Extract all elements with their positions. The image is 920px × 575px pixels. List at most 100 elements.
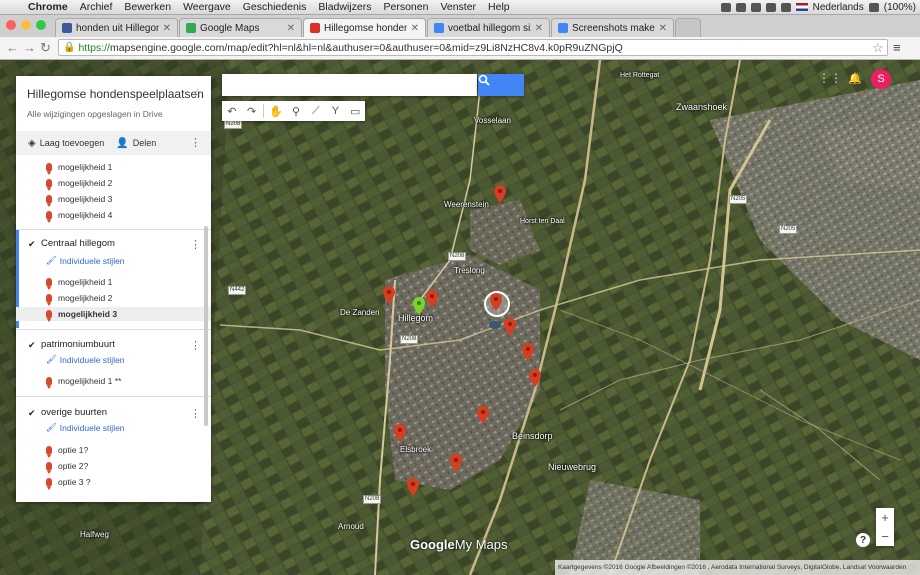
bookmark-star-icon[interactable]: ☆: [872, 40, 884, 56]
menu-weergave[interactable]: Weergave: [177, 1, 237, 13]
menu-help[interactable]: Help: [482, 1, 516, 13]
ruler-icon[interactable]: ▭: [345, 101, 365, 121]
map-pin-marker[interactable]: [407, 478, 419, 496]
menu-archief[interactable]: Archief: [74, 1, 119, 13]
apps-grid-icon[interactable]: ⋮⋮: [818, 71, 842, 85]
lock-icon[interactable]: 🔒: [63, 42, 75, 53]
language-label[interactable]: Nederlands: [813, 2, 864, 13]
list-item[interactable]: optie 2?: [16, 459, 211, 474]
close-tab-icon[interactable]: ✕: [535, 23, 543, 34]
tab-hillegomse-hondenspeelplaatsen[interactable]: Hillegomse hondenspeelp… ✕: [303, 18, 426, 37]
redo-icon[interactable]: ↷: [242, 101, 262, 121]
list-item[interactable]: mogelijkheid 3: [16, 192, 211, 207]
address-bar[interactable]: 🔒 https:// mapsengine.google.com/map/edi…: [58, 39, 888, 56]
menu-personen[interactable]: Personen: [377, 1, 434, 13]
share-button[interactable]: 👤 Delen: [116, 138, 156, 149]
add-layer-button[interactable]: ◈ Laag toevoegen: [28, 138, 104, 149]
layer-style-link[interactable]: 🖌 Individuele stijlen: [46, 255, 125, 266]
list-item[interactable]: mogelijkheid 1: [16, 275, 211, 290]
zoom-window-button[interactable]: [36, 20, 46, 30]
list-item[interactable]: mogelijkheid 2: [16, 291, 211, 306]
draw-line-icon[interactable]: ⟋: [306, 101, 326, 121]
map-pin-marker[interactable]: [426, 290, 438, 308]
back-icon[interactable]: ←: [6, 40, 19, 56]
directions-icon[interactable]: Y: [326, 101, 346, 121]
map-pin-marker[interactable]: [394, 424, 406, 442]
layer-header[interactable]: ✔ overige buurten: [28, 407, 107, 418]
menu-app-name[interactable]: Chrome: [22, 1, 74, 13]
volume-icon[interactable]: [780, 2, 791, 12]
tab-honden-uit-hillegom[interactable]: honden uit Hillegom ✕: [55, 18, 178, 37]
chrome-menu-icon[interactable]: ≡: [893, 40, 901, 55]
flag-icon[interactable]: [795, 3, 808, 11]
checkbox-checked-icon[interactable]: ✔: [28, 408, 36, 417]
map-pin-marker[interactable]: [504, 318, 516, 336]
tab-label: honden uit Hillegom: [76, 22, 159, 34]
google-maps-icon: [186, 23, 196, 33]
new-tab-button[interactable]: [675, 18, 701, 37]
tab-voetbal-hillegom[interactable]: voetbal hillegom sizo term… ✕: [427, 18, 550, 37]
map-pin-marker[interactable]: [383, 286, 395, 304]
add-marker-icon[interactable]: ⚲: [286, 101, 306, 121]
help-button[interactable]: ?: [856, 533, 870, 547]
close-tab-icon[interactable]: ✕: [163, 23, 171, 34]
layer-options-icon[interactable]: ⋮: [190, 339, 201, 352]
forward-icon[interactable]: →: [23, 40, 36, 56]
minimize-window-button[interactable]: [21, 20, 31, 30]
time-machine-icon[interactable]: [735, 2, 746, 12]
star-icon[interactable]: ☆: [192, 86, 203, 100]
close-tab-icon[interactable]: ✕: [287, 23, 295, 34]
map-pin-marker[interactable]: [494, 185, 506, 203]
bluetooth-icon[interactable]: [750, 2, 761, 12]
avatar[interactable]: S: [871, 69, 891, 89]
search-button[interactable]: [478, 74, 524, 96]
tab-google-maps[interactable]: Google Maps ✕: [179, 18, 302, 37]
close-tab-icon[interactable]: ✕: [659, 23, 667, 34]
map-canvas[interactable]: N208 N208 N208 N208 N442 N205 N205 Zwaan…: [0, 60, 920, 575]
menubar-status-area: Nederlands (100%): [720, 0, 916, 14]
map-title[interactable]: Hillegomse hondenspeelplaatsen: [27, 87, 204, 101]
close-window-button[interactable]: [6, 20, 16, 30]
red-pin-icon: [46, 477, 52, 490]
list-item[interactable]: mogelijkheid 2: [16, 176, 211, 191]
search-input[interactable]: [222, 74, 477, 96]
battery-icon[interactable]: [868, 2, 879, 12]
layer-header[interactable]: ✔ Centraal hillegom: [28, 238, 115, 249]
layer-style-link[interactable]: 🖌 Individuele stijlen: [46, 354, 125, 365]
tab-screenshots-maken[interactable]: Screenshots maken op je… ✕: [551, 18, 674, 37]
menu-geschiedenis[interactable]: Geschiedenis: [237, 1, 313, 13]
panel-scrollbar[interactable]: [204, 226, 208, 426]
hand-pan-icon[interactable]: ✋: [266, 101, 286, 121]
layer-options-icon[interactable]: ⋮: [190, 407, 201, 420]
list-item[interactable]: mogelijkheid 1: [16, 160, 211, 175]
map-pin-marker[interactable]: [477, 406, 489, 424]
map-pin-marker[interactable]: [522, 343, 534, 361]
map-pin-marker[interactable]: [529, 369, 541, 387]
zoom-out-button[interactable]: −: [876, 527, 894, 546]
checkbox-checked-icon[interactable]: ✔: [28, 340, 36, 349]
layer-style-link[interactable]: 🖌 Individuele stijlen: [46, 422, 125, 433]
red-pin-icon: [46, 461, 52, 474]
wifi-icon[interactable]: [765, 2, 776, 12]
layer-header[interactable]: ✔ patrimoniumbuurt: [28, 339, 115, 350]
zoom-in-button[interactable]: +: [876, 508, 894, 527]
undo-icon[interactable]: ↶: [222, 101, 242, 121]
more-options-icon[interactable]: ⋮: [190, 136, 201, 149]
list-item[interactable]: optie 1?: [16, 443, 211, 458]
map-pin-marker[interactable]: [490, 293, 502, 311]
map-pin-marker-selected[interactable]: [413, 297, 425, 315]
close-tab-icon[interactable]: ✕: [411, 23, 419, 34]
list-item[interactable]: mogelijkheid 1 **: [16, 374, 211, 389]
list-item-selected[interactable]: mogelijkheid 3: [16, 307, 211, 322]
dropbox-icon[interactable]: [720, 2, 731, 12]
menu-bladwijzers[interactable]: Bladwijzers: [312, 1, 377, 13]
menu-bewerken[interactable]: Bewerken: [118, 1, 177, 13]
notifications-icon[interactable]: 🔔: [848, 72, 862, 85]
checkbox-checked-icon[interactable]: ✔: [28, 239, 36, 248]
reload-icon[interactable]: ↻: [40, 40, 51, 56]
menu-venster[interactable]: Venster: [434, 1, 482, 13]
list-item[interactable]: optie 3 ?: [16, 475, 211, 490]
layer-options-icon[interactable]: ⋮: [190, 238, 201, 251]
map-pin-marker[interactable]: [450, 454, 462, 472]
list-item[interactable]: mogelijkheid 4: [16, 208, 211, 223]
